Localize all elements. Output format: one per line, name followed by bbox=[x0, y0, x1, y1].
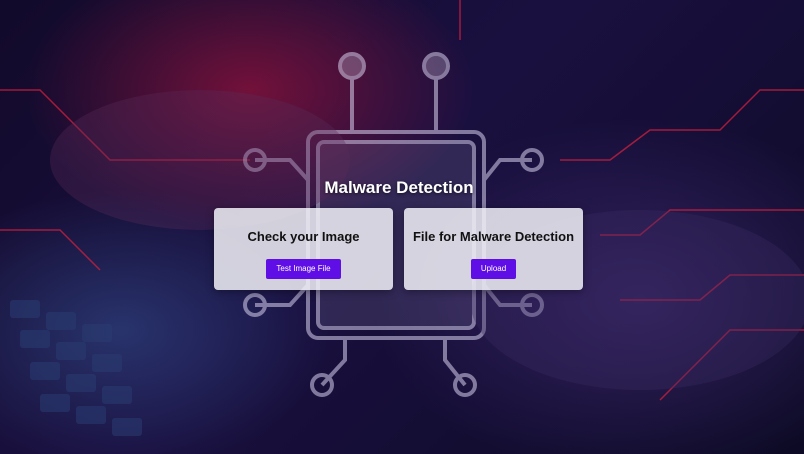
page-title: Malware Detection bbox=[324, 178, 474, 197]
malware-file-heading: File for Malware Detection bbox=[412, 229, 575, 244]
malware-file-card: File for Malware Detection Upload bbox=[404, 208, 583, 290]
check-image-heading: Check your Image bbox=[247, 229, 360, 244]
keyboard-graphic bbox=[10, 300, 142, 436]
upload-button[interactable]: Upload bbox=[470, 259, 517, 279]
test-image-file-button[interactable]: Test Image File bbox=[266, 259, 341, 279]
background-image bbox=[0, 0, 804, 436]
check-image-card: Check your Image Test Image File bbox=[214, 208, 393, 290]
page: Malware Detection Check your Image Test … bbox=[0, 0, 804, 454]
